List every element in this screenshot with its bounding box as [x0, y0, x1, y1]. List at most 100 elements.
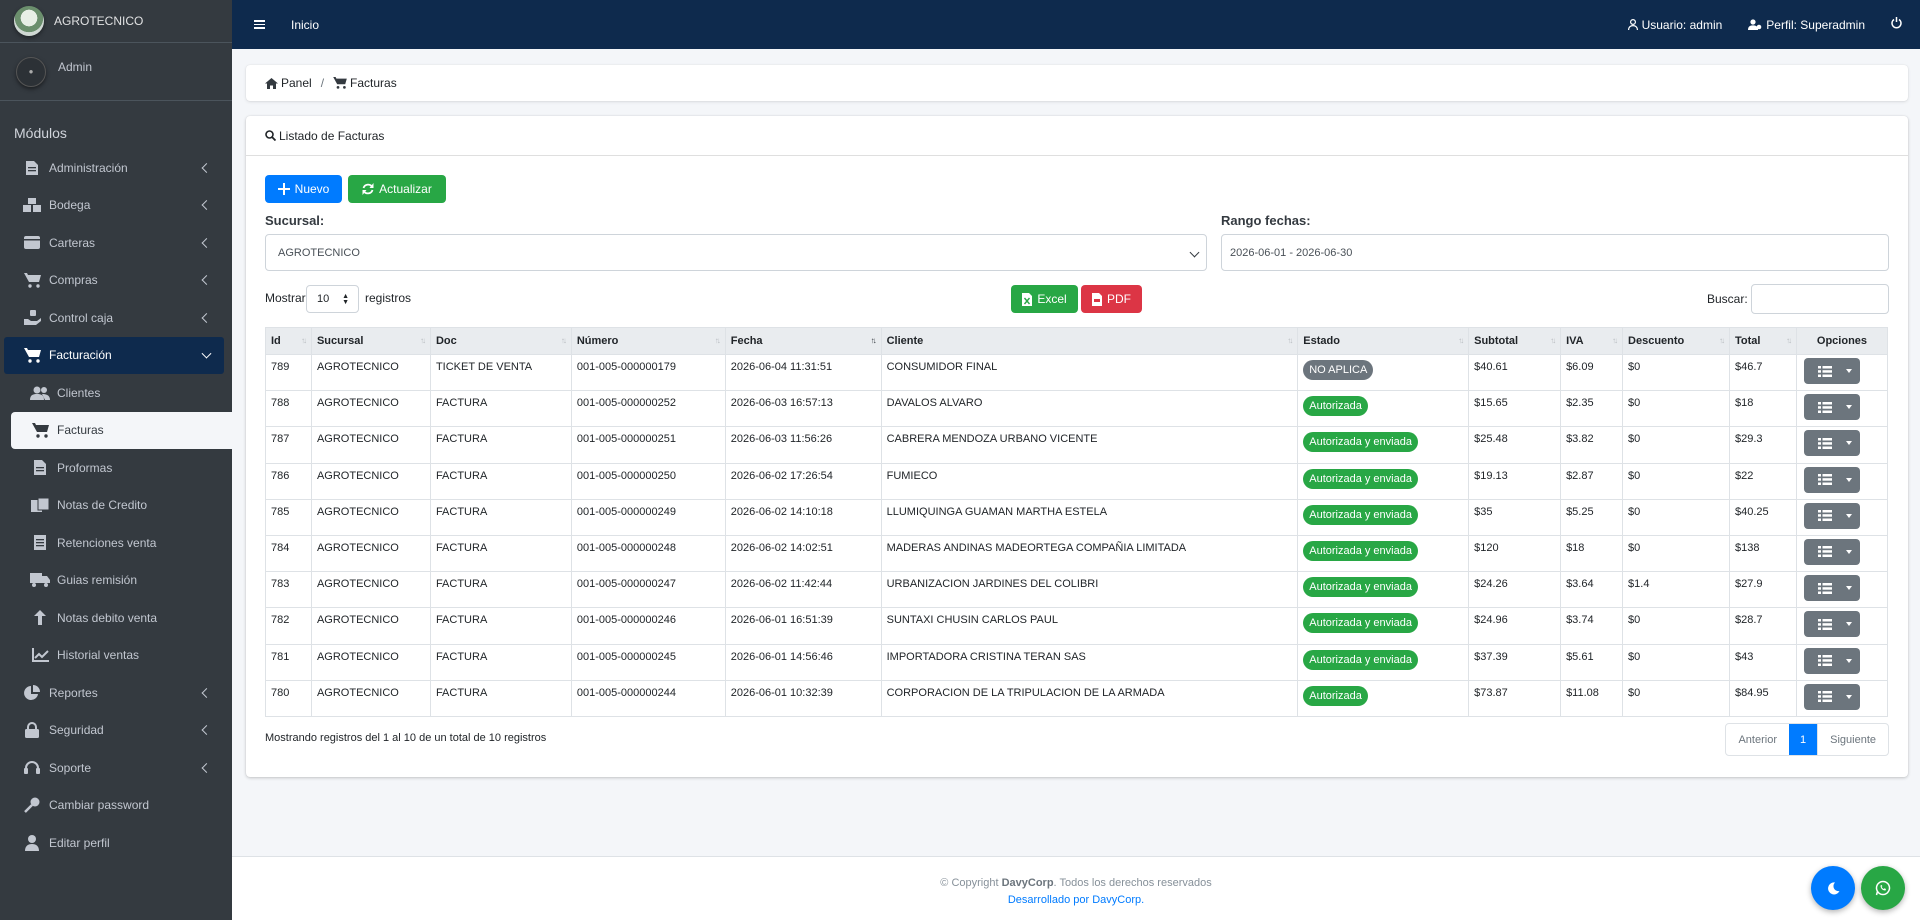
column-header[interactable]: Descuento ↑↓	[1622, 327, 1730, 355]
sidebar-subitem-guias[interactable]: Guias remisión	[0, 562, 232, 600]
column-header[interactable]: Opciones	[1795, 327, 1889, 355]
chevron-left-icon	[201, 312, 212, 323]
cell-opciones	[1795, 353, 1889, 392]
profile-menu[interactable]: Perfil: Superadmin	[1748, 18, 1865, 32]
column-header[interactable]: Estado ↑↓	[1297, 327, 1470, 355]
records-label: registros	[365, 291, 412, 305]
options-dropdown-button[interactable]	[1803, 575, 1860, 602]
sidebar-item-bodega[interactable]: Bodega	[0, 187, 232, 225]
sidebar-item-editar-perfil[interactable]: Editar perfil	[0, 824, 232, 862]
sidebar-item-administracion[interactable]: Administración	[0, 149, 232, 187]
table-row[interactable]: 786 AGROTECNICO FACTURA 001-005-000000250 20…	[265, 462, 1889, 500]
cell-cliente: CORPORACION DE LA TRIPULACION DE LA ARMA…	[880, 679, 1299, 717]
list-icon	[1817, 474, 1832, 486]
options-dropdown-button[interactable]	[1803, 358, 1860, 384]
cell-id: 782	[265, 607, 312, 645]
cell-sucursal: AGROTECNICO	[310, 643, 431, 681]
sidebar-subitem-notas-credito[interactable]: Notas de Credito	[0, 487, 232, 525]
whatsapp-button[interactable]	[1861, 866, 1905, 910]
options-dropdown-button[interactable]	[1803, 466, 1860, 493]
options-dropdown-button[interactable]	[1803, 538, 1860, 565]
options-dropdown-button[interactable]	[1803, 502, 1860, 529]
column-header[interactable]: Id ↑↓	[265, 327, 312, 355]
pdf-button[interactable]: PDF	[1081, 285, 1142, 313]
sidebar-item-carteras[interactable]: Carteras	[0, 224, 232, 262]
table-row[interactable]: 788 AGROTECNICO FACTURA 001-005-000000252 20…	[265, 390, 1889, 428]
home-link[interactable]: Inicio	[291, 18, 319, 32]
cell-doc: FACTURA	[429, 571, 572, 609]
power-icon[interactable]	[1891, 17, 1902, 32]
column-header[interactable]: Doc ↑↓	[429, 327, 572, 355]
excel-button[interactable]: Excel	[1011, 285, 1078, 313]
sidebar-subitem-facturas[interactable]: Facturas	[11, 411, 232, 449]
table-row[interactable]: 783 AGROTECNICO FACTURA 001-005-000000247 20…	[265, 571, 1889, 609]
cell-doc: FACTURA	[429, 679, 572, 717]
cell-id: 787	[265, 426, 312, 464]
column-header[interactable]: IVA ↑↓	[1560, 327, 1624, 355]
search-input[interactable]	[1751, 284, 1889, 314]
column-header[interactable]: Sucursal ↑↓	[310, 327, 431, 355]
column-header[interactable]: Total ↑↓	[1728, 327, 1797, 355]
user-menu[interactable]: Usuario: admin	[1627, 18, 1722, 32]
sidebar-item-reportes[interactable]: Reportes	[0, 674, 232, 712]
sidebar-subitem-clientes[interactable]: Clientes	[0, 374, 232, 412]
sidebar-subitem-proformas[interactable]: Proformas	[0, 449, 232, 487]
menu-header: Módulos	[14, 125, 67, 141]
column-header[interactable]: Fecha ↑↓	[724, 327, 882, 355]
status-badge: Autorizada y enviada	[1303, 468, 1418, 489]
sidebar-item-facturacion[interactable]: Facturación	[4, 336, 224, 374]
sort-icon: ↑↓	[560, 336, 567, 345]
developer-link[interactable]: Desarrollado por DavyCorp.	[232, 892, 1920, 909]
pagination-next[interactable]: Siguiente	[1817, 724, 1888, 755]
breadcrumb-panel[interactable]: Panel	[265, 76, 312, 90]
pagination-previous[interactable]: Anterior	[1726, 724, 1789, 755]
sidebar-subitem-notas-debito[interactable]: Notas debito venta	[0, 599, 232, 637]
table-row[interactable]: 781 AGROTECNICO FACTURA 001-005-000000245 20…	[265, 643, 1889, 681]
sidebar-item-compras[interactable]: Compras	[0, 262, 232, 300]
menu-toggle-icon[interactable]	[254, 20, 265, 29]
column-header[interactable]: Cliente ↑↓	[880, 327, 1299, 355]
arrow-up-icon	[30, 610, 50, 626]
cell-iva: $6.09	[1560, 353, 1624, 392]
column-header[interactable]: Subtotal ↑↓	[1468, 327, 1562, 355]
table-row[interactable]: 787 AGROTECNICO FACTURA 001-005-000000251 20…	[265, 426, 1889, 464]
table-row[interactable]: 785 AGROTECNICO FACTURA 001-005-000000249 20…	[265, 498, 1889, 536]
table-row[interactable]: 782 AGROTECNICO FACTURA 001-005-000000246 20…	[265, 607, 1889, 645]
cell-total: $46.7	[1728, 353, 1797, 392]
options-dropdown-button[interactable]	[1803, 683, 1860, 710]
brand-link[interactable]: AGROTECNICO	[0, 0, 232, 43]
options-dropdown-button[interactable]	[1803, 647, 1860, 674]
sidebar-item-soporte[interactable]: Soporte	[0, 749, 232, 787]
moon-icon	[1827, 881, 1839, 894]
sidebar-item-control-caja[interactable]: Control caja	[0, 299, 232, 337]
sidebar-item-seguridad[interactable]: Seguridad	[0, 712, 232, 750]
options-dropdown-button[interactable]	[1803, 430, 1860, 457]
table-row[interactable]: 789 AGROTECNICO TICKET DE VENTA 001-005-000…	[265, 353, 1889, 392]
table-row[interactable]: 784 AGROTECNICO FACTURA 001-005-000000248 20…	[265, 534, 1889, 573]
sidebar-subitem-retenciones[interactable]: Retenciones venta	[0, 524, 232, 562]
cell-estado: Autorizada y enviada	[1297, 498, 1470, 536]
company-name: DavyCorp	[1001, 877, 1054, 889]
dark-mode-toggle[interactable]	[1811, 866, 1855, 910]
pagination-page[interactable]: 1	[1789, 724, 1818, 755]
cell-doc: FACTURA	[429, 426, 572, 464]
user-panel[interactable]: ● Admin	[0, 43, 232, 101]
page-length-select[interactable]: 10 ▲ ▼	[306, 285, 359, 313]
caret-down-icon	[1845, 441, 1852, 446]
options-dropdown-button[interactable]	[1803, 611, 1860, 638]
sidebar-item-cambiar-password[interactable]: Cambiar password	[0, 787, 232, 825]
branch-select[interactable]: AGROTECNICO	[265, 234, 1207, 271]
cell-subtotal: $120	[1468, 534, 1562, 573]
chevron-down-icon	[201, 348, 212, 359]
cell-total: $43	[1728, 643, 1797, 681]
date-range-input[interactable]: 2026-06-01 - 2026-06-30	[1221, 234, 1889, 271]
cell-cliente: CONSUMIDOR FINAL	[880, 353, 1299, 392]
column-header[interactable]: Número ↑↓	[570, 327, 726, 355]
refresh-button[interactable]: Actualizar	[348, 175, 446, 203]
cell-total: $18	[1728, 390, 1797, 428]
sidebar-subitem-historial[interactable]: Historial ventas	[0, 637, 232, 675]
status-badge: Autorizada y enviada	[1303, 613, 1418, 634]
new-button[interactable]: Nuevo	[265, 175, 342, 203]
options-dropdown-button[interactable]	[1803, 394, 1860, 421]
table-row[interactable]: 780 AGROTECNICO FACTURA 001-005-000000244 20…	[265, 679, 1889, 717]
